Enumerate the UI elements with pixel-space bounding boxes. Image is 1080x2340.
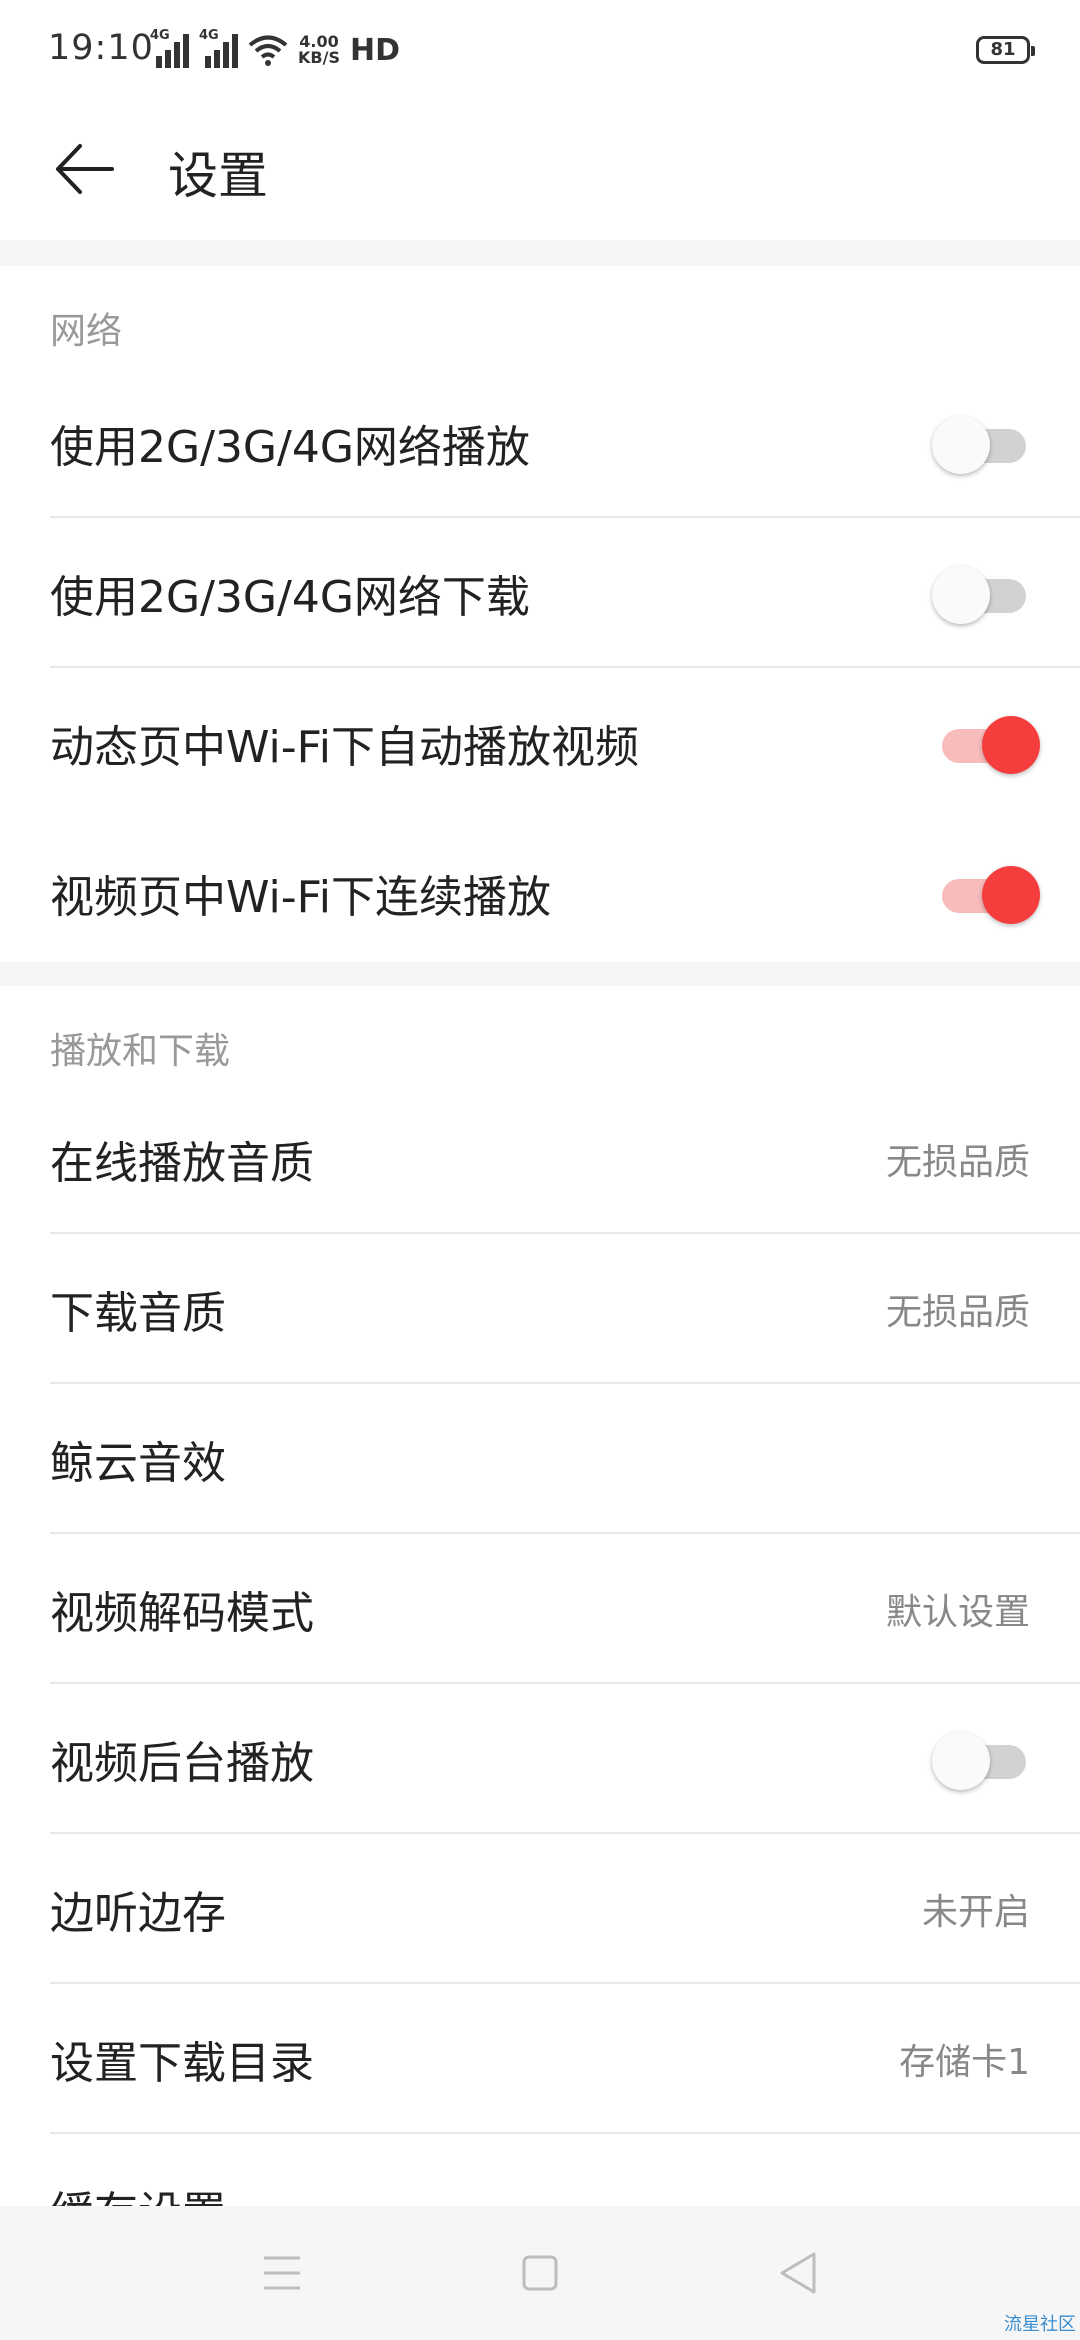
toggle-switch[interactable] <box>932 1729 1028 1790</box>
setting-value: 无损品质 <box>885 1292 1030 1333</box>
setting-label: 下载音质 <box>50 1288 226 1339</box>
toggle-switch[interactable] <box>932 863 1040 924</box>
section-title-network: 网络 <box>50 311 123 352</box>
watermark: 流星社区 <box>1004 2314 1076 2335</box>
setting-label: 视频解码模式 <box>50 1588 314 1639</box>
wifi-icon <box>248 35 288 66</box>
setting-label: 使用2G/3G/4G网络下载 <box>50 572 530 623</box>
setting-value: 未开启 <box>921 1892 1030 1933</box>
setting-label: 边听边存 <box>50 1888 226 1939</box>
setting-label: 视频页中Wi-Fi下连续播放 <box>50 872 551 923</box>
setting-value: 无损品质 <box>885 1142 1030 1183</box>
hd-indicator: HD <box>349 32 400 68</box>
toggle-switch[interactable] <box>932 563 1028 624</box>
setting-row-mobile-download[interactable]: 使用2G/3G/4G网络下载 <box>0 518 1080 668</box>
network-type-label: 4G <box>199 28 219 43</box>
section-title-playback: 播放和下载 <box>50 1031 231 1072</box>
back-triangle-icon[interactable] <box>738 2206 858 2340</box>
back-arrow-icon[interactable] <box>50 134 120 204</box>
signal-icon: 4G <box>150 28 189 68</box>
setting-row-online-quality[interactable]: 在线播放音质 无损品质 <box>0 1084 1080 1234</box>
network-speed: 4.00 KB/S <box>298 34 340 66</box>
setting-row-mobile-play[interactable]: 使用2G/3G/4G网络播放 <box>0 368 1080 518</box>
playback-settings-card: 播放和下载 在线播放音质 无损品质 下载音质 无损品质 鲸云音效 视频解码模式 … <box>0 986 1080 2239</box>
battery-icon: 81 <box>976 36 1035 64</box>
setting-row-sound-effect[interactable]: 鲸云音效 <box>0 1384 1080 1534</box>
home-square-icon[interactable] <box>480 2206 600 2340</box>
setting-label: 设置下载目录 <box>50 2038 314 2089</box>
setting-label: 使用2G/3G/4G网络播放 <box>50 422 530 473</box>
system-nav-bar: 流星社区 <box>0 2206 1080 2340</box>
status-time: 19:10 <box>48 28 154 68</box>
setting-row-download-quality[interactable]: 下载音质 无损品质 <box>0 1234 1080 1384</box>
speed-unit: KB/S <box>298 48 340 67</box>
setting-value: 默认设置 <box>885 1592 1030 1633</box>
app-bar: 设置 <box>0 100 1080 240</box>
setting-row-cache-while-listen[interactable]: 边听边存 未开启 <box>0 1834 1080 1984</box>
setting-value: 存储卡1 <box>899 2042 1030 2083</box>
setting-label: 在线播放音质 <box>50 1138 314 1189</box>
network-settings-card: 网络 使用2G/3G/4G网络播放 使用2G/3G/4G网络下载 动态页中Wi-… <box>0 266 1080 962</box>
setting-row-background-play[interactable]: 视频后台播放 <box>0 1684 1080 1834</box>
setting-row-video-continuous[interactable]: 视频页中Wi-Fi下连续播放 <box>0 818 1080 968</box>
signal-icon: 4G <box>199 28 238 68</box>
menu-icon[interactable] <box>222 2206 342 2340</box>
setting-label: 动态页中Wi-Fi下自动播放视频 <box>50 722 639 773</box>
setting-label: 视频后台播放 <box>50 1738 314 1789</box>
network-type-label: 4G <box>150 28 170 43</box>
battery-level: 81 <box>990 39 1016 60</box>
page-title: 设置 <box>168 147 268 205</box>
toggle-switch[interactable] <box>932 413 1028 474</box>
setting-row-video-decode[interactable]: 视频解码模式 默认设置 <box>0 1534 1080 1684</box>
setting-label: 鲸云音效 <box>50 1438 226 1489</box>
status-icons: 4G 4G 4.00 KB/S HD <box>150 28 400 72</box>
toggle-switch[interactable] <box>932 713 1040 774</box>
setting-row-download-directory[interactable]: 设置下载目录 存储卡1 <box>0 1984 1080 2134</box>
setting-row-feed-autoplay[interactable]: 动态页中Wi-Fi下自动播放视频 <box>0 668 1080 818</box>
status-bar: 19:10 4G 4G 4.00 KB/S HD 81 <box>0 0 1080 100</box>
